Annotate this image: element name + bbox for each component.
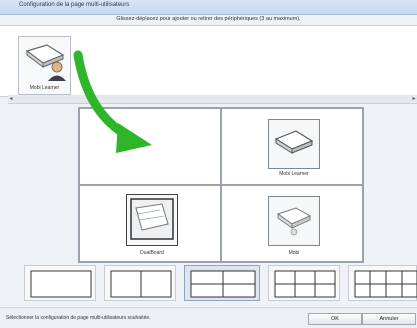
- palette-item-label: Mobi Learner: [29, 85, 60, 91]
- device-label: Mobi Learner: [279, 171, 309, 177]
- layout-3x2-icon: [274, 270, 336, 298]
- window-title: Configuration de la page multi-utilisate…: [19, 2, 130, 8]
- ok-button[interactable]: OK: [308, 313, 362, 325]
- grid-cell-top-left[interactable]: [79, 108, 221, 185]
- instruction-text: Glissez-déplacez pour ajouter ou retirer…: [116, 16, 301, 22]
- device-mobi-learner[interactable]: Mobi Learner: [266, 119, 322, 179]
- layout-4x2-icon: [354, 270, 417, 298]
- scroll-right-icon[interactable]: ▸: [411, 95, 417, 103]
- device-label: Mobi: [288, 250, 300, 256]
- layout-2x2-icon: [190, 270, 256, 298]
- palette-scrollbar[interactable]: ◂ ▸: [8, 95, 417, 104]
- layout-2x1-icon: [110, 270, 172, 298]
- mobi-icon: [276, 207, 312, 236]
- palette-item-mobi-learner[interactable]: Mobi Learner: [18, 36, 71, 95]
- layout-option-4x2[interactable]: [348, 265, 417, 301]
- dualboard-icon: [130, 198, 174, 240]
- title-bar: Configuration de la page multi-utilisate…: [0, 0, 417, 15]
- device-dualboard[interactable]: DualBoard: [124, 194, 180, 258]
- cancel-button[interactable]: Annuler: [362, 313, 416, 325]
- grid-cell-bottom-right[interactable]: Mobi: [221, 185, 363, 262]
- multi-user-page-config-dialog: Configuration de la page multi-utilisate…: [0, 0, 417, 328]
- grid-cell-top-right[interactable]: Mobi Learner: [221, 108, 363, 185]
- scroll-left-icon[interactable]: ◂: [8, 95, 14, 103]
- grid-cell-bottom-left[interactable]: DualBoard: [79, 185, 221, 262]
- layout-option-3x2[interactable]: [268, 265, 340, 301]
- page-layout-grid: Mobi Learner DualBoard Mobi: [78, 107, 364, 263]
- mobi-learner-user-icon: [25, 44, 66, 81]
- layout-options-bar: [20, 265, 417, 305]
- mobi-learner-icon: [274, 130, 314, 154]
- status-bar: Sélectionner la configuration de page mu…: [0, 307, 417, 328]
- device-mobi[interactable]: Mobi: [266, 196, 322, 258]
- layout-option-2x2[interactable]: [184, 265, 260, 301]
- layout-option-1x1[interactable]: [24, 265, 96, 301]
- device-label: DualBoard: [140, 250, 164, 256]
- layout-option-2x1[interactable]: [104, 265, 176, 301]
- device-palette: Mobi Learner: [0, 25, 417, 97]
- layout-1x1-icon: [30, 270, 92, 298]
- status-text: Sélectionner la configuration de page mu…: [6, 315, 151, 321]
